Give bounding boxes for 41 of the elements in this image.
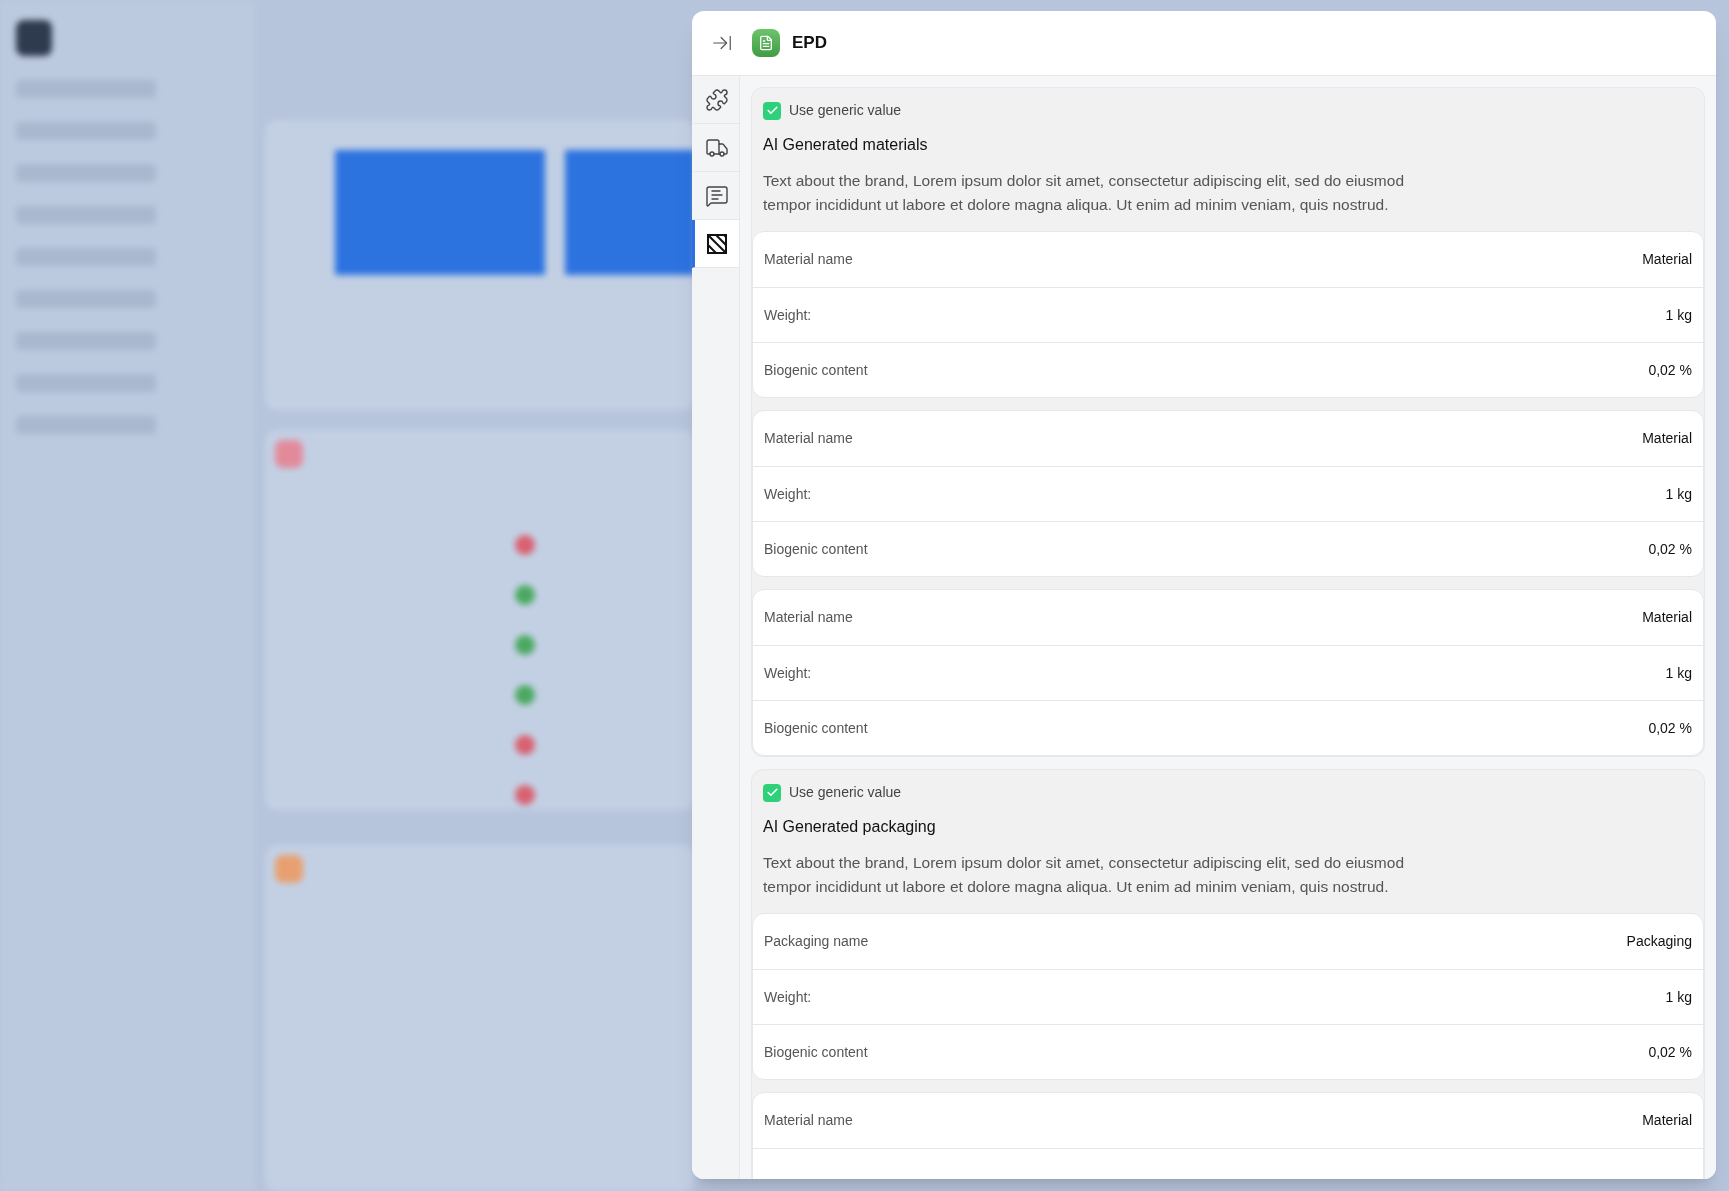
property-label: Material name [764,250,853,269]
checkbox[interactable] [763,101,781,120]
property-label: Packaging name [764,932,869,951]
property-value: 0,02 % [1648,539,1692,559]
panel-title: EPD [792,32,827,55]
property-label: Weight: [764,663,812,683]
checkbox-label: Use generic value [789,101,902,120]
property-label: Weight: [764,484,812,504]
section-title: AI Generated packaging [763,817,937,837]
property-label: Biogenic content [764,1042,868,1062]
property-value: Material [1642,250,1692,269]
property-value: 1 kg [1665,987,1692,1007]
property-label: Biogenic content [764,539,868,559]
property-value: Material [1642,1111,1692,1130]
property-label: Biogenic content [764,718,868,738]
property-label: Biogenic content [764,360,868,380]
property-value: Material [1642,608,1692,627]
check-icon [765,786,779,799]
message-icon [705,183,729,208]
property-value: Material [1642,429,1692,448]
checkbox-label: Use generic value [789,783,902,802]
property-label: Weight: [764,987,812,1007]
property-label: Material name [764,1111,853,1130]
checkbox[interactable] [763,783,781,802]
property-value: 1 kg [1665,484,1692,504]
section-description: Text about the brand, Lorem ipsum dolor sit amet, consectetur adipiscing elit, sed do eiusmod tempor incididunt ut labore et dolore magna aliqua. Ut enim ad minim veniam, quis nostrud. [763,171,1405,215]
property-value: 0,02 % [1648,718,1692,738]
property-value: 1 kg [1665,305,1692,325]
property-value: Packaging [1626,932,1692,951]
property-label: Weight: [764,305,812,325]
property-label: Material name [764,608,853,627]
hatched-square-icon [706,232,728,255]
property-label: Material name [764,429,853,448]
puzzle-icon [705,87,729,112]
document-icon [758,35,774,51]
property-value: 0,02 % [1648,1042,1692,1062]
property-value: 1 kg [1665,663,1692,683]
property-value: 0,02 % [1648,360,1692,380]
section-title: AI Generated materials [763,135,929,155]
check-icon [765,104,779,117]
section-description: Text about the brand, Lorem ipsum dolor sit amet, consectetur adipiscing elit, sed do eiusmod tempor incididunt ut labore et dolore magna aliqua. Ut enim ad minim veniam, quis nostrud. [763,853,1405,897]
